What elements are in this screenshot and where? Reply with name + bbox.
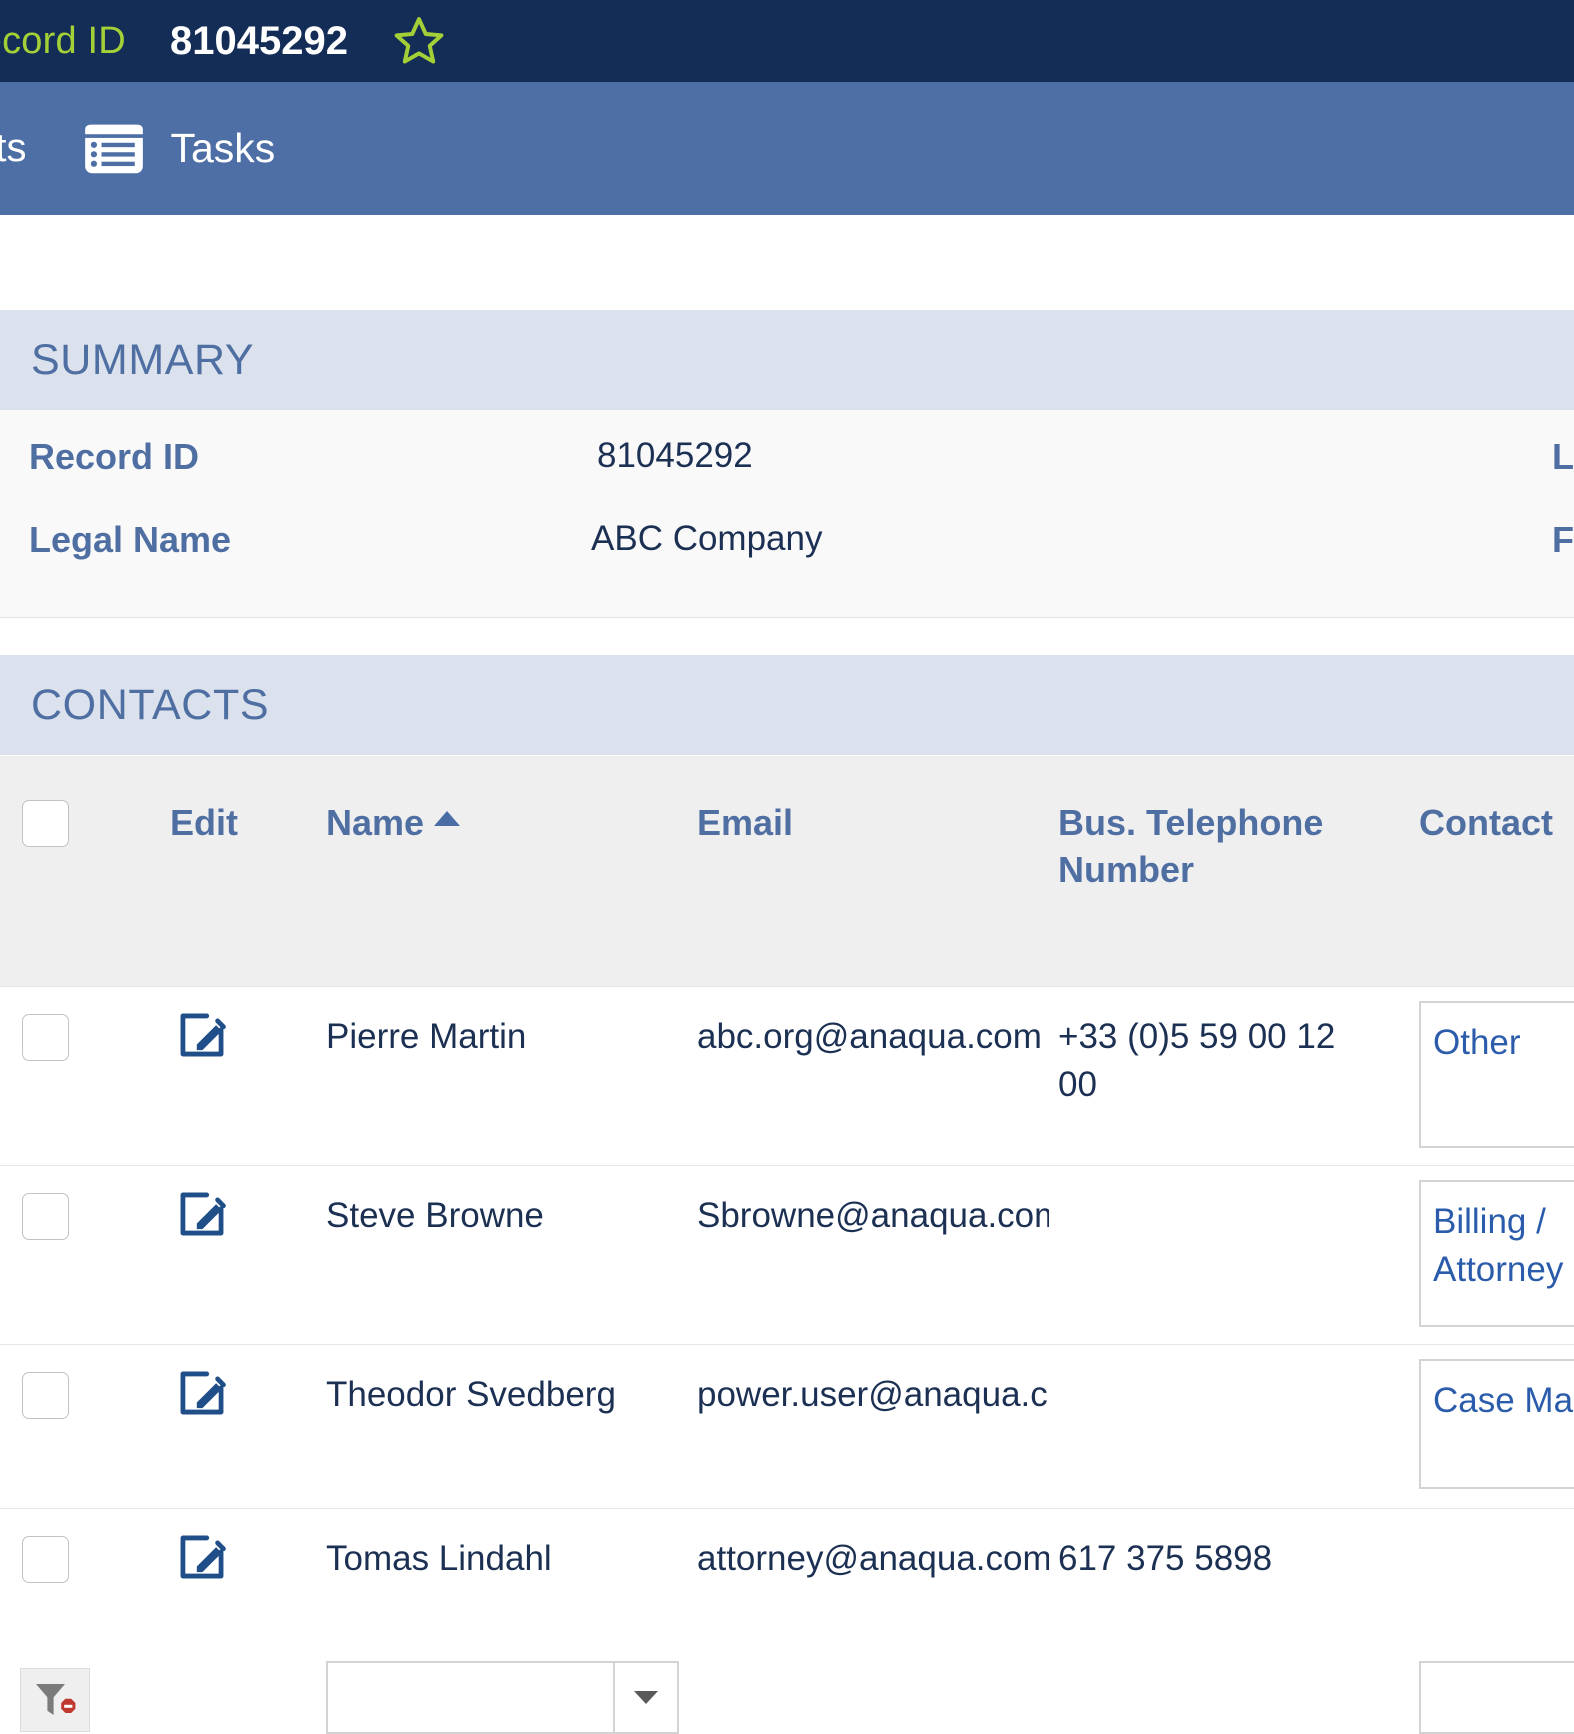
cell-contact-type[interactable]: Other [1419, 1001, 1574, 1148]
contact-type-filter-input[interactable] [1419, 1661, 1574, 1734]
favorite-star-icon[interactable] [390, 13, 448, 69]
summary-row-legal-name: Legal Name ABC Company Firm [0, 511, 1574, 594]
list-view-icon [84, 123, 145, 175]
content-spacer [0, 215, 1574, 310]
cell-contact-type[interactable]: Billing / Attorney [1419, 1180, 1574, 1327]
module-nav-bar: ...ts Tasks [0, 82, 1574, 215]
name-filter-input[interactable] [328, 1663, 613, 1732]
column-header-email[interactable]: Email [697, 800, 793, 847]
contacts-grid-header: Edit Name Email Bus. Telephone Number Co… [0, 755, 1574, 986]
name-filter-dropdown-button[interactable] [613, 1663, 677, 1732]
column-header-bus-telephone-number[interactable]: Bus. Telephone Number [1058, 800, 1358, 894]
edit-pencil-icon[interactable] [176, 1367, 228, 1419]
nav-item-tasks-label: Tasks [170, 125, 276, 171]
column-header-edit[interactable]: Edit [170, 800, 238, 847]
cell-email: Sbrowne@anaqua.com [697, 1196, 1049, 1235]
row-select-checkbox[interactable] [22, 1014, 69, 1061]
filter-remove-icon [36, 1684, 76, 1715]
nav-item-clipped-left[interactable]: ...ts [0, 126, 26, 171]
table-row[interactable]: Pierre Martin abc.org@anaqua.com +33 (0)… [0, 986, 1574, 1165]
summary-label-last-clipped: Last [1551, 436, 1574, 477]
sort-ascending-icon [434, 811, 461, 826]
nav-item-tasks[interactable]: Tasks [84, 123, 275, 175]
column-header-name-label: Name [326, 802, 425, 843]
table-row[interactable]: Theodor Svedberg power.user@anaqua.com C… [0, 1344, 1574, 1508]
table-row[interactable]: Steve Browne Sbrowne@anaqua.com Billing … [0, 1165, 1574, 1344]
row-select-checkbox[interactable] [22, 1372, 69, 1419]
name-filter-combobox[interactable] [326, 1661, 679, 1734]
summary-section-header: SUMMARY [0, 310, 1574, 410]
edit-pencil-icon[interactable] [176, 1009, 228, 1061]
select-all-checkbox[interactable] [22, 800, 69, 847]
cell-email: abc.org@anaqua.com [697, 1017, 1042, 1056]
chevron-down-icon [634, 1691, 658, 1704]
summary-label-legal-name: Legal Name [29, 519, 232, 560]
cell-phone: 617 375 5898 [1058, 1539, 1273, 1578]
summary-row-record-id: Record ID 81045292 Last [0, 428, 1574, 511]
summary-label-record-id: Record ID [29, 436, 200, 477]
summary-value-legal-name: ABC Company [591, 519, 823, 558]
summary-section-body: Record ID 81045292 Last Legal Name ABC C… [0, 410, 1574, 618]
cell-email: power.user@anaqua.com [697, 1375, 1049, 1414]
summary-value-record-id: 81045292 [597, 436, 753, 475]
cell-contact-type[interactable]: Case Manager [1419, 1359, 1574, 1489]
record-id-label: ...tion Record ID [0, 19, 126, 62]
summary-section-title: SUMMARY [31, 335, 255, 384]
cell-name: Theodor Svedberg [326, 1375, 616, 1414]
cell-email: attorney@anaqua.com [697, 1539, 1049, 1578]
row-select-checkbox[interactable] [22, 1536, 69, 1583]
column-header-contact-type[interactable]: Contact [1419, 800, 1553, 847]
clear-filter-button[interactable] [20, 1668, 90, 1732]
contacts-section-header: CONTACTS [0, 655, 1574, 755]
table-row[interactable]: Tomas Lindahl attorney@anaqua.com 617 37… [0, 1508, 1574, 1589]
contacts-grid: Edit Name Email Bus. Telephone Number Co… [0, 755, 1574, 1734]
row-select-checkbox[interactable] [22, 1193, 69, 1240]
cell-name: Pierre Martin [326, 1017, 527, 1056]
cell-phone: +33 (0)5 59 00 12 00 [1058, 1017, 1336, 1105]
edit-pencil-icon[interactable] [176, 1531, 228, 1583]
cell-name: Tomas Lindahl [326, 1539, 552, 1578]
summary-label-firm-clipped: Firm [1551, 519, 1574, 560]
column-header-name[interactable]: Name [326, 800, 461, 847]
record-title-bar: ...tion Record ID 81045292 [0, 0, 1574, 82]
cell-name: Steve Browne [326, 1196, 544, 1235]
edit-pencil-icon[interactable] [176, 1188, 228, 1240]
contacts-section-title: CONTACTS [31, 680, 270, 729]
record-id-value: 81045292 [169, 18, 348, 63]
